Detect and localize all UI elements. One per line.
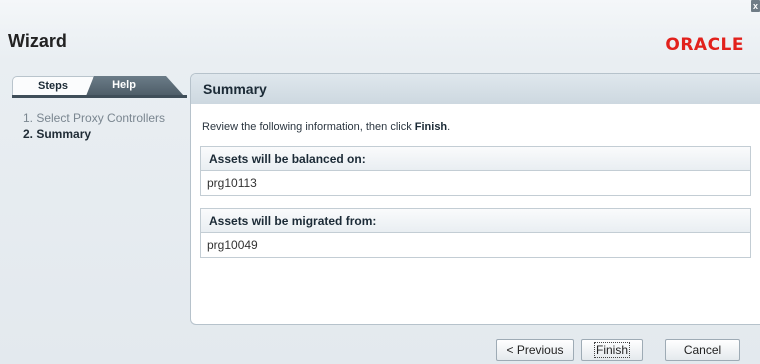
step-summary: 2. Summary	[23, 127, 92, 141]
section-value: prg10113	[200, 171, 751, 196]
previous-button[interactable]: < Previous	[496, 339, 574, 361]
tab-help-label: Help	[112, 79, 136, 91]
instructions-text: Review the following information, then c…	[202, 121, 451, 133]
steps-list: 1. Select Proxy Controllers 2. Summary	[23, 110, 165, 142]
section-value: prg10049	[200, 233, 751, 258]
oracle-logo: ORACLE	[665, 35, 744, 55]
section-header: Assets will be migrated from:	[200, 208, 751, 233]
panel-title: Summary	[191, 74, 760, 104]
section-header: Assets will be balanced on:	[200, 146, 751, 171]
finish-button[interactable]: Finish	[581, 339, 643, 361]
step-select-proxy-controllers[interactable]: 1. Select Proxy Controllers	[23, 110, 165, 126]
summary-panel: Summary Review the following information…	[190, 73, 760, 325]
tab-help[interactable]: Help	[86, 76, 184, 96]
tab-steps[interactable]: Steps	[12, 76, 94, 96]
tab-divider	[12, 95, 187, 98]
close-icon[interactable]: x	[751, 0, 760, 12]
section-balanced-on: Assets will be balanced on: prg10113	[200, 146, 751, 196]
section-migrated-from: Assets will be migrated from: prg10049	[200, 208, 751, 258]
cancel-button[interactable]: Cancel	[665, 339, 740, 361]
page-title: Wizard	[8, 31, 67, 51]
